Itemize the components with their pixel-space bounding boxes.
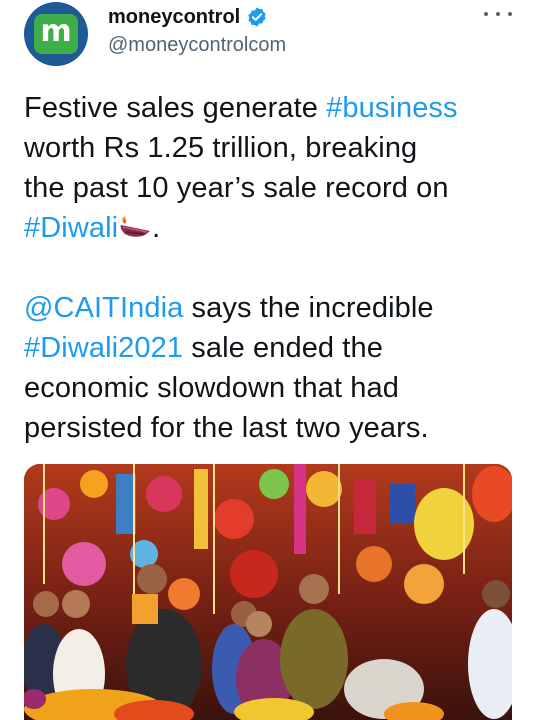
tweet-line: Festive sales generate #business (24, 88, 524, 128)
text-segment: . (152, 212, 161, 244)
verified-badge-icon (248, 7, 266, 27)
tweet-line: #Diwali . (24, 208, 524, 248)
tweet-line: #Diwali2021 sale ended the (24, 328, 524, 368)
tweet-line: economic slowdown that had (24, 372, 399, 404)
hashtag-diwali-link[interactable]: #Diwali (24, 212, 118, 244)
hashtag-business-link[interactable]: #business (326, 92, 458, 124)
text-segment: Festive sales generate (24, 92, 327, 124)
user-name[interactable]: moneycontrol (108, 4, 240, 30)
text-segment: says the incredible (183, 292, 434, 324)
more-options-icon[interactable] (484, 4, 512, 24)
text-segment: sale ended the (183, 332, 383, 364)
dot (508, 12, 512, 16)
tweet-line: worth Rs 1.25 trillion, breaking (24, 132, 418, 164)
tweet-text: Festive sales generate #business worth R… (24, 88, 524, 448)
avatar-logo: m (34, 14, 78, 54)
dot (484, 12, 488, 16)
avatar[interactable]: m (24, 2, 88, 66)
tweet-media-photo[interactable] (24, 464, 512, 720)
tweet: m moneycontrol @moneycontrolcom Festive … (0, 0, 536, 720)
dot (496, 12, 500, 16)
tweet-line: the past 10 year’s sale record on (24, 172, 449, 204)
tweet-line: persisted for the last two years. (24, 412, 429, 444)
user-handle[interactable]: @moneycontrolcom (108, 32, 286, 58)
mention-caitindia-link[interactable]: @CAITIndia (24, 292, 183, 324)
hashtag-diwali2021-link[interactable]: #Diwali2021 (24, 332, 183, 364)
diya-lamp-icon (120, 216, 151, 237)
festive-market-photo-icon (24, 464, 512, 720)
tweet-line: @CAITIndia says the incredible (24, 288, 524, 328)
